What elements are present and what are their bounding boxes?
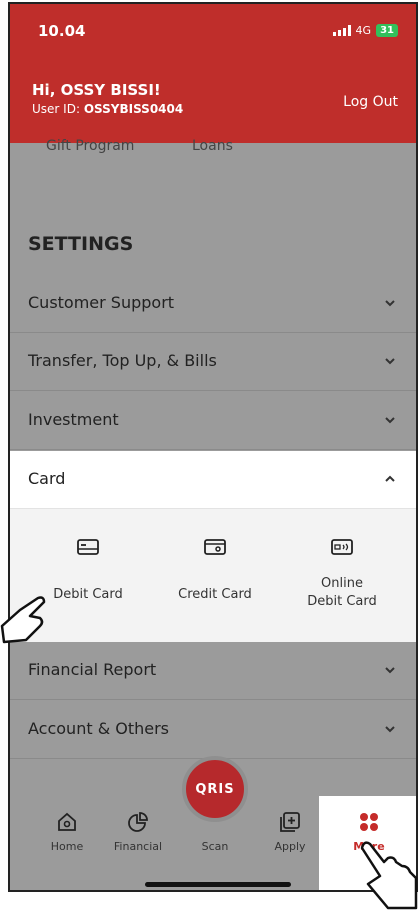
gift-program-link[interactable]: Gift Program	[46, 138, 134, 154]
pointer-hand-icon	[0, 596, 46, 644]
loans-link[interactable]: Loans	[192, 138, 233, 154]
qris-scan-button[interactable]: QRIS	[182, 756, 248, 822]
online-debit-card-label-line2: Debit Card	[307, 594, 377, 609]
online-debit-card-label-line1: Online	[321, 576, 363, 591]
menu-customer-support[interactable]: Customer Support	[10, 275, 416, 333]
nav-financial[interactable]: Financial	[103, 810, 173, 853]
menu-financial-report[interactable]: Financial Report	[10, 642, 416, 700]
network-type: 4G	[355, 24, 372, 37]
logout-button[interactable]: Log Out	[343, 94, 398, 110]
app-header: 10.04 4G 31 Hi, OSSY BISSI! User ID: OSS…	[10, 4, 416, 143]
debit-card-icon	[77, 539, 99, 555]
status-indicators: 4G 31	[332, 24, 398, 37]
menu-label: Card	[28, 469, 66, 488]
nav-home[interactable]: Home	[32, 810, 102, 853]
settings-title: SETTINGS	[28, 233, 134, 255]
menu-label: Transfer, Top Up, & Bills	[28, 351, 217, 370]
more-grid-icon	[360, 813, 378, 831]
credit-card-icon	[204, 539, 226, 555]
nav-apply[interactable]: Apply	[255, 810, 325, 853]
pie-chart-icon	[128, 812, 148, 832]
online-debit-card-icon	[331, 539, 353, 555]
menu-label: Account & Others	[28, 719, 170, 738]
menu-transfer-topup-bills[interactable]: Transfer, Top Up, & Bills	[10, 333, 416, 391]
home-indicator	[145, 882, 291, 887]
menu-account-others[interactable]: Account & Others	[10, 701, 416, 759]
card-options-panel: Debit Card Credit Card Online Debit Card	[10, 509, 416, 642]
credit-card-label: Credit Card	[178, 587, 252, 602]
apply-icon	[280, 812, 300, 832]
user-id: User ID: OSSYBISS0404	[32, 102, 184, 116]
chevron-down-icon	[385, 358, 395, 365]
nav-label: Scan	[201, 840, 229, 853]
pointer-hand-icon	[360, 841, 418, 910]
menu-investment[interactable]: Investment	[10, 392, 416, 450]
menu-label: Customer Support	[28, 293, 175, 312]
battery-icon: 31	[376, 24, 398, 37]
credit-card-option[interactable]: Credit Card	[147, 509, 283, 642]
phone-screen: 10.04 4G 31 Hi, OSSY BISSI! User ID: OSS…	[8, 2, 418, 892]
online-debit-card-option[interactable]: Online Debit Card	[274, 509, 410, 642]
nav-label: Financial	[113, 840, 163, 853]
chevron-down-icon	[385, 667, 395, 674]
menu-label: Investment	[28, 410, 119, 429]
chevron-down-icon	[385, 417, 395, 424]
greeting: Hi, OSSY BISSI!	[32, 81, 161, 99]
chevron-down-icon	[385, 300, 395, 307]
qris-icon: QRIS	[195, 781, 235, 797]
menu-label: Financial Report	[28, 660, 157, 679]
nav-label: Apply	[274, 840, 306, 853]
chevron-up-icon	[385, 475, 395, 482]
menu-card[interactable]: Card	[10, 451, 416, 509]
feature-row-partial: Gift Program Loans	[10, 138, 416, 158]
status-time: 10.04	[38, 22, 86, 40]
signal-icon	[332, 25, 351, 36]
chevron-down-icon	[385, 726, 395, 733]
home-icon	[58, 812, 76, 831]
nav-label: Home	[50, 840, 84, 853]
